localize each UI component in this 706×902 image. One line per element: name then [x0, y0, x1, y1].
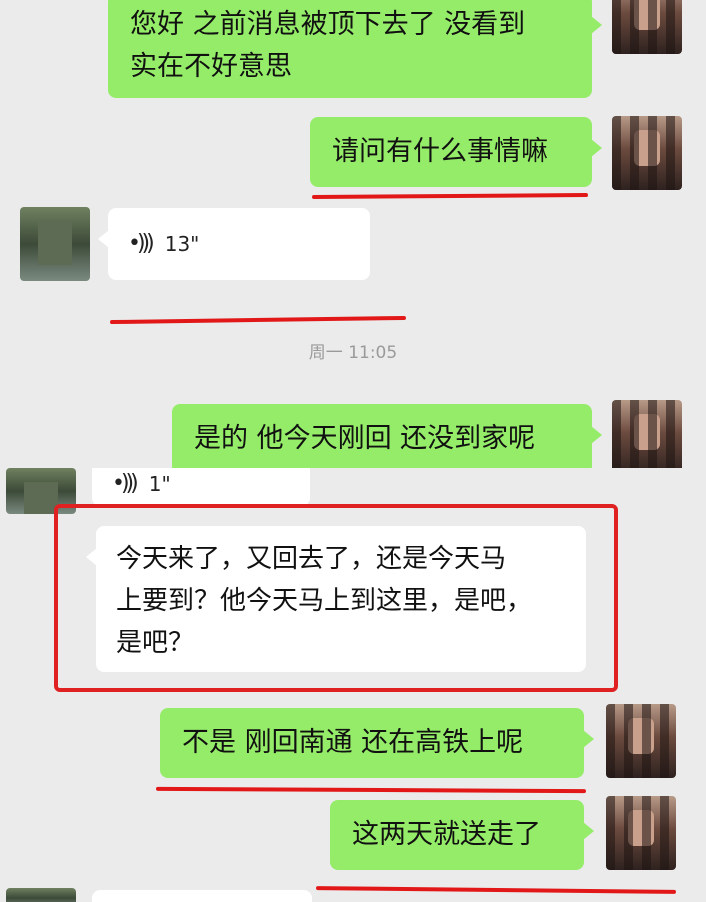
highlight-box [54, 504, 618, 692]
avatar[interactable] [606, 796, 676, 870]
message-bubble[interactable]: 请问有什么事情嘛 [310, 117, 602, 187]
voice-wave-icon: •))) [112, 471, 139, 496]
message-bubble-partial [92, 890, 312, 902]
avatar-figure [24, 482, 58, 514]
message-text: 是的 他今天刚回 还没到家呢 [194, 423, 536, 454]
voice-wave-icon: •))) [128, 231, 155, 256]
avatar[interactable] [612, 400, 682, 468]
avatar[interactable] [606, 704, 676, 778]
avatar-hair [612, 0, 682, 54]
avatar-figure [38, 221, 72, 265]
voice-duration: 1" [148, 472, 171, 496]
avatar-hair [612, 116, 682, 190]
highlight-underline [311, 193, 589, 199]
avatar[interactable] [6, 888, 76, 902]
voice-duration: 13" [164, 232, 200, 256]
avatar[interactable] [20, 207, 90, 281]
message-bubble[interactable]: 是的 他今天刚回 还没到家呢 [172, 404, 602, 468]
message-timestamp: 周一 11:05 [308, 343, 398, 363]
message-text: 不是 刚回南通 还在高铁上呢 [182, 727, 524, 758]
message-text: 请问有什么事情嘛 [332, 136, 548, 167]
message-bubble[interactable]: 不是 刚回南通 还在高铁上呢 [160, 708, 594, 778]
voice-message-bubble[interactable]: •))) 13" [98, 208, 370, 280]
chat-panel-top: 您好 之前消息被顶下去了 没看到 实在不好意思 请问有什么事情嘛 •))) 13… [0, 0, 706, 468]
highlight-underline [315, 886, 677, 894]
avatar-hair [606, 704, 676, 778]
voice-message-bubble[interactable]: •))) 1" [92, 468, 310, 506]
avatar[interactable] [612, 0, 682, 54]
message-text: 这两天就送走了 [352, 819, 541, 850]
avatar-hair [612, 400, 682, 468]
message-bubble[interactable]: 您好 之前消息被顶下去了 没看到 实在不好意思 [108, 0, 602, 98]
avatar-hair [606, 796, 676, 870]
message-bubble[interactable]: 这两天就送走了 [330, 800, 594, 870]
avatar[interactable] [612, 116, 682, 190]
highlight-underline [155, 786, 587, 794]
message-text: 您好 之前消息被顶下去了 没看到 实在不好意思 [130, 9, 526, 82]
chat-panel-bottom: •))) 1" 今天来了，又回去了，还是今天马 上要到？他今天马上到这里，是吧，… [0, 468, 706, 902]
highlight-underline [109, 315, 407, 325]
